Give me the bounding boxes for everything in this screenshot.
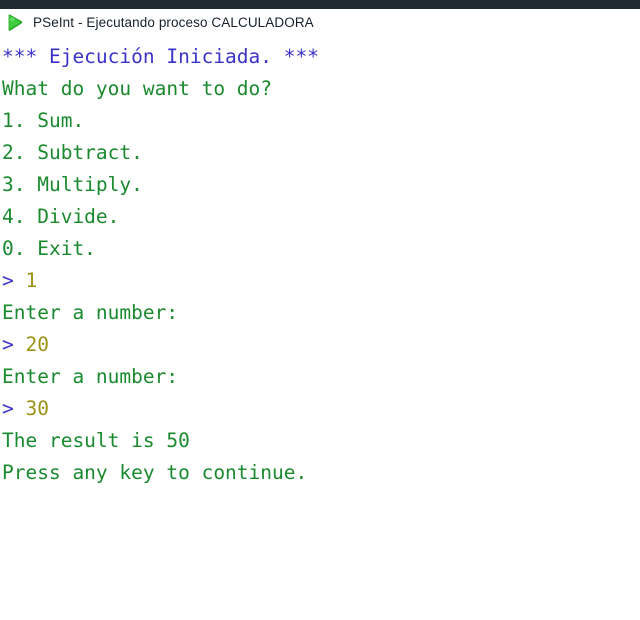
console-line: Press any key to continue. <box>2 461 308 484</box>
prompt-symbol: > <box>2 333 26 356</box>
user-input-value: 1 <box>25 269 38 292</box>
console-line: Enter a number: <box>2 301 179 324</box>
console-line: The result is 50 <box>2 429 190 452</box>
user-input-value: 30 <box>25 397 49 420</box>
console-line: 1. Sum. <box>2 109 85 132</box>
console-input-line: > 1 <box>2 265 640 297</box>
console-line: 3. Multiply. <box>2 173 143 196</box>
window-top-strip <box>0 0 640 9</box>
console-line: 0. Exit. <box>2 237 96 260</box>
console-line: 4. Divide. <box>2 205 120 228</box>
user-input-value: 20 <box>25 333 49 356</box>
prompt-symbol: > <box>2 269 26 292</box>
title-bar: PSeInt - Ejecutando proceso CALCULADORA <box>0 9 640 37</box>
console-output-area[interactable]: *** Ejecución Iniciada. *** What do you … <box>0 37 640 620</box>
console-line: *** Ejecución Iniciada. *** <box>2 45 319 68</box>
prompt-symbol: > <box>2 397 26 420</box>
play-icon <box>8 14 23 31</box>
console-line: Enter a number: <box>2 365 179 388</box>
console-line: 2. Subtract. <box>2 141 143 164</box>
console-input-line: > 30 <box>2 393 640 425</box>
console-line: What do you want to do? <box>2 77 273 100</box>
window-title: PSeInt - Ejecutando proceso CALCULADORA <box>33 15 314 30</box>
console-input-line: > 20 <box>2 329 640 361</box>
pseint-execution-window: PSeInt - Ejecutando proceso CALCULADORA … <box>0 0 640 620</box>
